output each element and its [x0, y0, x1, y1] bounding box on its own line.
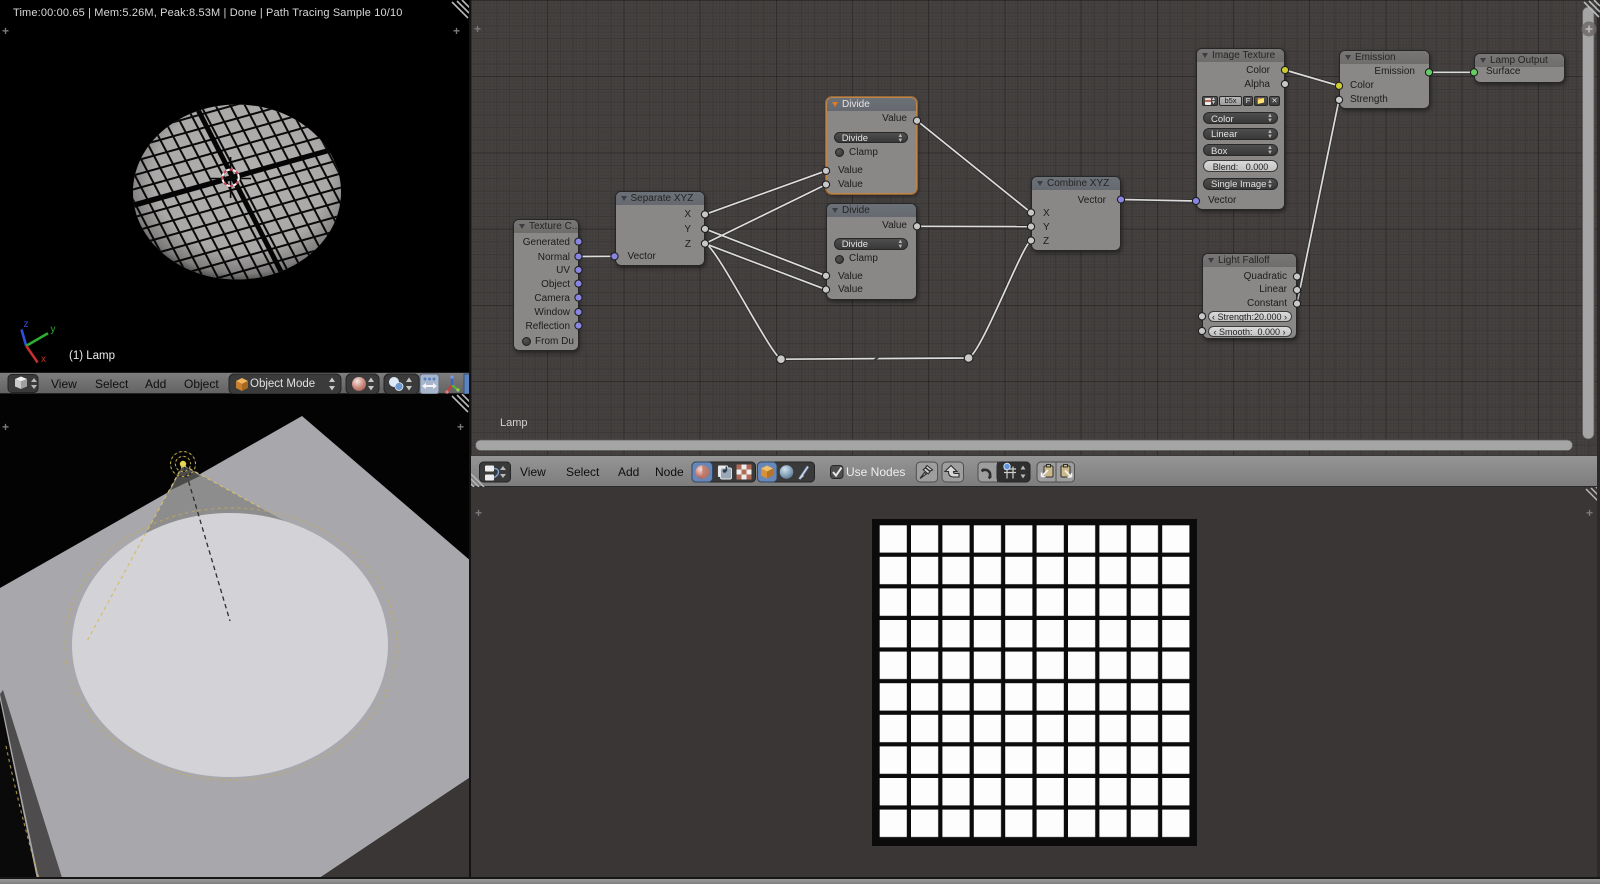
svg-text:z: z	[24, 319, 29, 330]
svg-text:y: y	[51, 324, 56, 335]
svg-text:x: x	[41, 354, 46, 365]
